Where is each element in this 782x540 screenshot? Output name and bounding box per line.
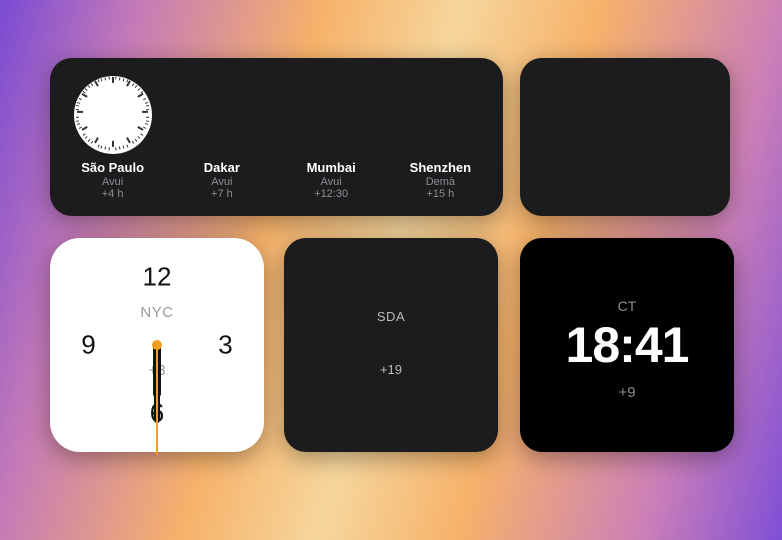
analog-clock-icon xyxy=(292,76,370,154)
analog-clock-icon xyxy=(74,76,152,154)
mini-clock-cup xyxy=(530,68,622,134)
city-clock-widget-digital[interactable]: CT 18:41 +9 xyxy=(520,238,734,452)
city-code-label: NYC xyxy=(140,304,173,321)
city-name-label: São Paulo xyxy=(81,160,144,175)
city-offset-label: +15 h xyxy=(426,188,454,200)
city-offset-label: +9 xyxy=(618,384,635,401)
city-clock-sao-paulo: São Paulo Avui +4 h xyxy=(58,76,167,200)
world-clock-strip-widget[interactable]: São Paulo Avui +4 h Dakar Avui +7 h Mumb… xyxy=(50,58,503,216)
city-clock-shenzhen: Shenzhen Demà +15 h xyxy=(386,76,495,200)
clock-center-icon xyxy=(152,340,162,350)
numeral-12: 12 xyxy=(143,261,172,292)
mini-clock-par xyxy=(628,140,720,206)
world-clock-quad-widget[interactable] xyxy=(520,58,730,216)
analog-clock-icon xyxy=(401,76,479,154)
mini-clock-syd xyxy=(530,140,622,206)
second-hand-icon xyxy=(156,345,158,437)
analog-clock-icon xyxy=(296,250,486,440)
numeral-3: 3 xyxy=(218,330,232,361)
city-name-label: Shenzhen xyxy=(410,160,471,175)
city-day-label: Avui xyxy=(102,176,123,188)
city-name-label: Dakar xyxy=(204,160,240,175)
numeral-9: 9 xyxy=(81,330,95,361)
analog-clock-icon xyxy=(183,76,261,154)
city-day-label: Avui xyxy=(211,176,232,188)
city-offset-label: +19 xyxy=(380,362,402,377)
city-offset-label: +7 h xyxy=(211,188,233,200)
city-code-label: CT xyxy=(618,298,637,314)
city-code-label: SDA xyxy=(377,309,405,324)
city-day-label: Demà xyxy=(426,176,455,188)
city-day-label: Avui xyxy=(321,176,342,188)
digital-time-value: 18:41 xyxy=(566,316,689,374)
city-clock-widget-sda[interactable]: SDA +19 xyxy=(284,238,498,452)
city-clock-dakar: Dakar Avui +7 h xyxy=(167,76,276,200)
city-name-label: Mumbai xyxy=(307,160,356,175)
mini-clock-toq xyxy=(628,68,720,134)
city-offset-label: +12:30 xyxy=(314,188,348,200)
city-clock-mumbai: Mumbai Avui +12:30 xyxy=(277,76,386,200)
city-offset-label: +4 h xyxy=(102,188,124,200)
city-clock-widget-nyc[interactable]: 12 3 6 9 NYC +3 xyxy=(50,238,264,452)
